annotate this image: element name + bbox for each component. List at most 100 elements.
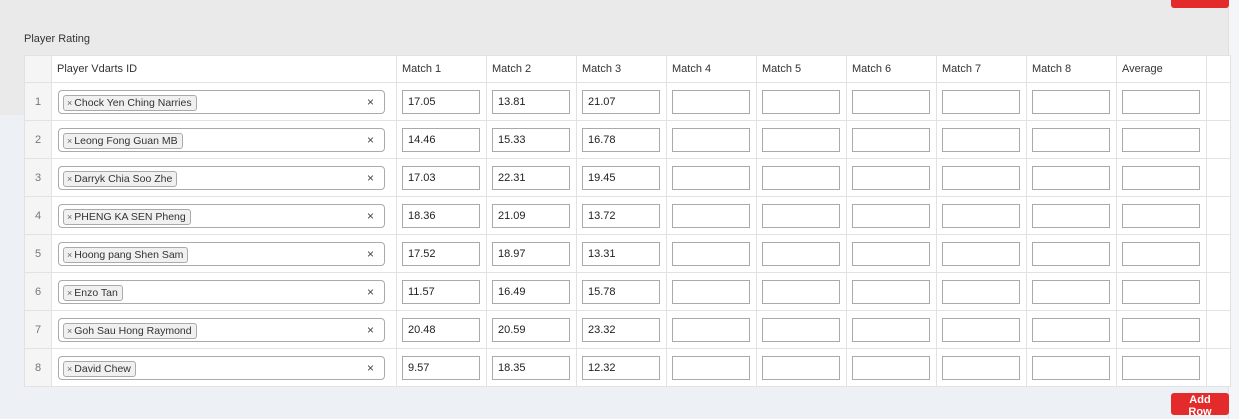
match-7-input[interactable] — [942, 127, 1020, 152]
match-cell — [396, 120, 487, 159]
match-6-input[interactable] — [852, 241, 930, 266]
clear-icon[interactable]: × — [367, 361, 374, 375]
player-select[interactable]: × Hoong pang Shen Sam × — [58, 241, 385, 266]
match-8-input[interactable] — [1032, 165, 1110, 190]
match-4-input[interactable] — [672, 355, 750, 380]
tag-remove-icon[interactable]: × — [67, 136, 72, 146]
match-4-input[interactable] — [672, 127, 750, 152]
match-7-input[interactable] — [942, 317, 1020, 342]
player-select[interactable]: × Enzo Tan × — [58, 279, 385, 304]
match-8-input[interactable] — [1032, 203, 1110, 228]
match-1-input[interactable] — [402, 165, 480, 190]
match-1-input[interactable] — [402, 203, 480, 228]
match-8-input[interactable] — [1032, 241, 1110, 266]
match-7-input[interactable] — [942, 241, 1020, 266]
player-select[interactable]: × Leong Fong Guan MB × — [58, 127, 385, 152]
clear-icon[interactable]: × — [367, 247, 374, 261]
match-8-input[interactable] — [1032, 355, 1110, 380]
match-6-input[interactable] — [852, 203, 930, 228]
match-3-input[interactable] — [582, 279, 660, 304]
average-input[interactable] — [1122, 127, 1200, 152]
match-1-input[interactable] — [402, 241, 480, 266]
match-3-input[interactable] — [582, 317, 660, 342]
average-input[interactable] — [1122, 317, 1200, 342]
match-7-input[interactable] — [942, 355, 1020, 380]
average-input[interactable] — [1122, 165, 1200, 190]
tag-remove-icon[interactable]: × — [67, 98, 72, 108]
average-input[interactable] — [1122, 279, 1200, 304]
match-2-input[interactable] — [492, 241, 570, 266]
match-7-input[interactable] — [942, 165, 1020, 190]
average-input[interactable] — [1122, 203, 1200, 228]
match-4-input[interactable] — [672, 279, 750, 304]
match-6-input[interactable] — [852, 89, 930, 114]
match-6-input[interactable] — [852, 127, 930, 152]
match-2-input[interactable] — [492, 89, 570, 114]
player-select[interactable]: × David Chew × — [58, 355, 385, 380]
match-1-input[interactable] — [402, 317, 480, 342]
top-action-button[interactable] — [1171, 0, 1229, 8]
match-2-input[interactable] — [492, 279, 570, 304]
match-3-input[interactable] — [582, 89, 660, 114]
clear-icon[interactable]: × — [367, 209, 374, 223]
player-select[interactable]: × Goh Sau Hong Raymond × — [58, 317, 385, 342]
player-select[interactable]: × PHENG KA SEN Pheng × — [58, 203, 385, 228]
clear-icon[interactable]: × — [367, 133, 374, 147]
match-2-input[interactable] — [492, 127, 570, 152]
match-5-input[interactable] — [762, 241, 840, 266]
tag-remove-icon[interactable]: × — [67, 212, 72, 222]
match-7-input[interactable] — [942, 89, 1020, 114]
match-3-input[interactable] — [582, 355, 660, 380]
match-4-input[interactable] — [672, 241, 750, 266]
player-select[interactable]: × Chock Yen Ching Narries × — [58, 89, 385, 114]
match-4-input[interactable] — [672, 317, 750, 342]
add-row-button[interactable]: Add Row — [1171, 393, 1229, 418]
match-8-input[interactable] — [1032, 89, 1110, 114]
average-input[interactable] — [1122, 241, 1200, 266]
match-5-input[interactable] — [762, 165, 840, 190]
clear-icon[interactable]: × — [367, 171, 374, 185]
match-3-input[interactable] — [582, 203, 660, 228]
tag-remove-icon[interactable]: × — [67, 364, 72, 374]
match-5-input[interactable] — [762, 355, 840, 380]
match-8-input[interactable] — [1032, 279, 1110, 304]
match-1-input[interactable] — [402, 355, 480, 380]
match-7-input[interactable] — [942, 279, 1020, 304]
match-1-input[interactable] — [402, 279, 480, 304]
match-1-input[interactable] — [402, 127, 480, 152]
average-input[interactable] — [1122, 89, 1200, 114]
match-5-input[interactable] — [762, 317, 840, 342]
match-3-input[interactable] — [582, 241, 660, 266]
match-7-input[interactable] — [942, 203, 1020, 228]
match-4-input[interactable] — [672, 165, 750, 190]
match-6-input[interactable] — [852, 165, 930, 190]
match-5-input[interactable] — [762, 89, 840, 114]
match-1-input[interactable] — [402, 89, 480, 114]
match-8-input[interactable] — [1032, 317, 1110, 342]
match-6-input[interactable] — [852, 355, 930, 380]
match-3-input[interactable] — [582, 127, 660, 152]
clear-icon[interactable]: × — [367, 285, 374, 299]
clear-icon[interactable]: × — [367, 95, 374, 109]
match-5-input[interactable] — [762, 127, 840, 152]
match-2-input[interactable] — [492, 355, 570, 380]
match-2-input[interactable] — [492, 165, 570, 190]
match-6-input[interactable] — [852, 279, 930, 304]
match-2-input[interactable] — [492, 203, 570, 228]
match-6-input[interactable] — [852, 317, 930, 342]
tag-remove-icon[interactable]: × — [67, 174, 72, 184]
match-8-input[interactable] — [1032, 127, 1110, 152]
tag-remove-icon[interactable]: × — [67, 250, 72, 260]
average-input[interactable] — [1122, 355, 1200, 380]
tag-remove-icon[interactable]: × — [67, 288, 72, 298]
clear-icon[interactable]: × — [367, 323, 374, 337]
match-4-input[interactable] — [672, 89, 750, 114]
tag-remove-icon[interactable]: × — [67, 326, 72, 336]
match-3-input[interactable] — [582, 165, 660, 190]
match-cell — [666, 196, 757, 235]
match-2-input[interactable] — [492, 317, 570, 342]
match-5-input[interactable] — [762, 203, 840, 228]
match-4-input[interactable] — [672, 203, 750, 228]
match-5-input[interactable] — [762, 279, 840, 304]
player-select[interactable]: × Darryk Chia Soo Zhe × — [58, 165, 385, 190]
